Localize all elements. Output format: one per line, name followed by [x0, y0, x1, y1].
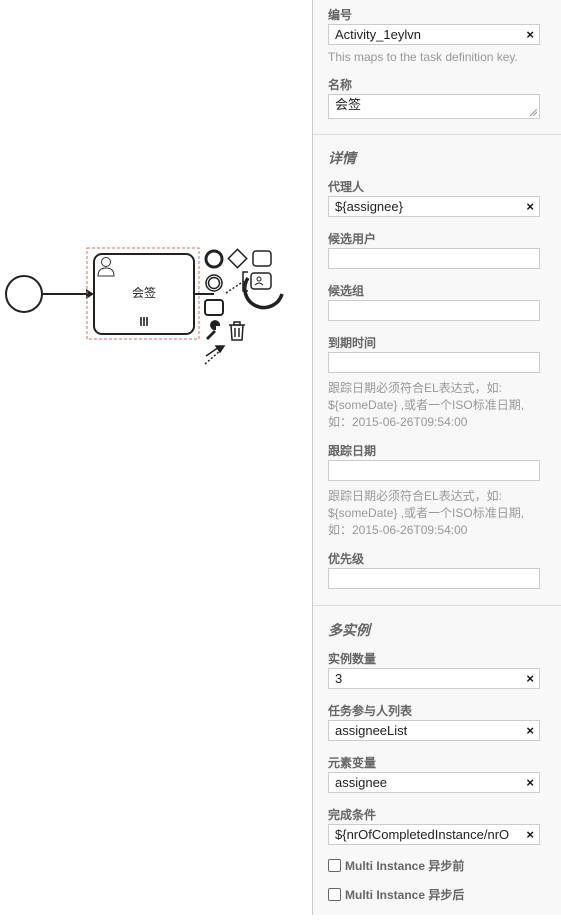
assignee-input[interactable]: ${assignee} × — [328, 196, 540, 217]
clear-completion-condition-button[interactable]: × — [526, 825, 534, 844]
append-subprocess-icon[interactable] — [204, 299, 224, 316]
priority-input[interactable] — [328, 568, 540, 589]
follow-up-input[interactable] — [328, 460, 540, 481]
async-before-checkbox[interactable] — [328, 859, 341, 872]
candidate-users-input[interactable] — [328, 248, 540, 269]
completion-condition-label: 完成条件 — [328, 808, 377, 822]
element-variable-input[interactable]: assignee × — [328, 772, 540, 793]
wrench-icon[interactable] — [206, 320, 221, 340]
due-date-label: 到期时间 — [328, 336, 377, 350]
collection-value: assigneeList — [335, 723, 408, 738]
id-description: This maps to the task definition key. — [328, 50, 518, 64]
clear-collection-button[interactable]: × — [526, 721, 534, 740]
completion-condition-value: ${nrOfCompletedInstance/nrO — [335, 827, 510, 842]
section-divider — [313, 605, 561, 606]
append-gateway-icon[interactable] — [227, 248, 248, 269]
due-date-input[interactable] — [328, 352, 540, 373]
element-variable-label: 元素变量 — [328, 756, 377, 770]
diagram-canvas[interactable]: 会签 — [0, 0, 312, 915]
details-group-title: 详情 — [328, 150, 356, 166]
multi-instance-group-title: 多实例 — [328, 622, 370, 638]
assignee-label: 代理人 — [328, 180, 365, 194]
instances-input[interactable]: 3 × — [328, 668, 540, 689]
append-task-icon[interactable] — [252, 250, 272, 267]
async-before-label: Multi Instance 异步前 — [345, 859, 465, 873]
async-after-checkbox[interactable] — [328, 888, 341, 901]
candidate-groups-input[interactable] — [328, 300, 540, 321]
name-value: 会签 — [335, 97, 362, 112]
collection-label: 任务参与人列表 — [328, 704, 413, 718]
task-label: 会签 — [132, 285, 156, 300]
async-after-row[interactable]: Multi Instance 异步后 — [328, 886, 464, 903]
clear-instances-button[interactable]: × — [526, 669, 534, 688]
due-date-desc-line-3: 如：2015-06-26T09:54:00 — [328, 415, 468, 429]
id-value: Activity_1eylvn — [335, 27, 421, 42]
async-after-label: Multi Instance 异步后 — [345, 888, 465, 902]
instances-value: 3 — [335, 671, 343, 686]
clear-element-variable-button[interactable]: × — [526, 773, 534, 792]
collection-input[interactable]: assigneeList × — [328, 720, 540, 741]
due-date-desc-line-2: ${someDate} ,或者一个ISO标准日期, — [328, 398, 525, 412]
connect-icon[interactable] — [204, 345, 226, 365]
bpmn-diagram[interactable]: 会签 — [0, 0, 312, 915]
clear-assignee-button[interactable]: × — [526, 197, 534, 216]
section-divider — [313, 134, 561, 135]
resize-handle-icon[interactable] — [530, 109, 537, 116]
name-textarea[interactable]: 会签 — [328, 94, 540, 119]
clear-id-button[interactable]: × — [526, 25, 534, 44]
follow-up-desc-line-3: 如：2015-06-26T09:54:00 — [328, 523, 468, 537]
id-input[interactable]: Activity_1eylvn × — [328, 24, 540, 45]
follow-up-desc-line-1: 跟踪日期必须符合EL表达式，如: — [328, 489, 503, 503]
due-date-desc-line-1: 跟踪日期必须符合EL表达式，如: — [328, 381, 503, 395]
priority-label: 优先级 — [328, 552, 365, 566]
candidate-groups-label: 候选组 — [328, 284, 365, 298]
change-type-user-task-icon[interactable] — [250, 272, 272, 290]
async-before-row[interactable]: Multi Instance 异步前 — [328, 857, 464, 874]
assignee-value: ${assignee} — [335, 199, 403, 214]
properties-panel: 编号 Activity_1eylvn × This maps to the ta… — [312, 0, 561, 915]
follow-up-desc-line-2: ${someDate} ,或者一个ISO标准日期, — [328, 506, 525, 520]
append-end-event-icon[interactable] — [204, 249, 224, 269]
name-label: 名称 — [328, 78, 353, 92]
id-label: 编号 — [328, 8, 353, 22]
completion-condition-input[interactable]: ${nrOfCompletedInstance/nrO × — [328, 824, 540, 845]
append-intermediate-event-icon[interactable] — [205, 274, 223, 292]
instances-label: 实例数量 — [328, 652, 377, 666]
candidate-users-label: 候选用户 — [328, 232, 377, 246]
start-event[interactable] — [5, 275, 43, 313]
trash-icon[interactable] — [229, 321, 245, 341]
element-variable-value: assignee — [335, 775, 388, 790]
follow-up-label: 跟踪日期 — [328, 444, 377, 458]
